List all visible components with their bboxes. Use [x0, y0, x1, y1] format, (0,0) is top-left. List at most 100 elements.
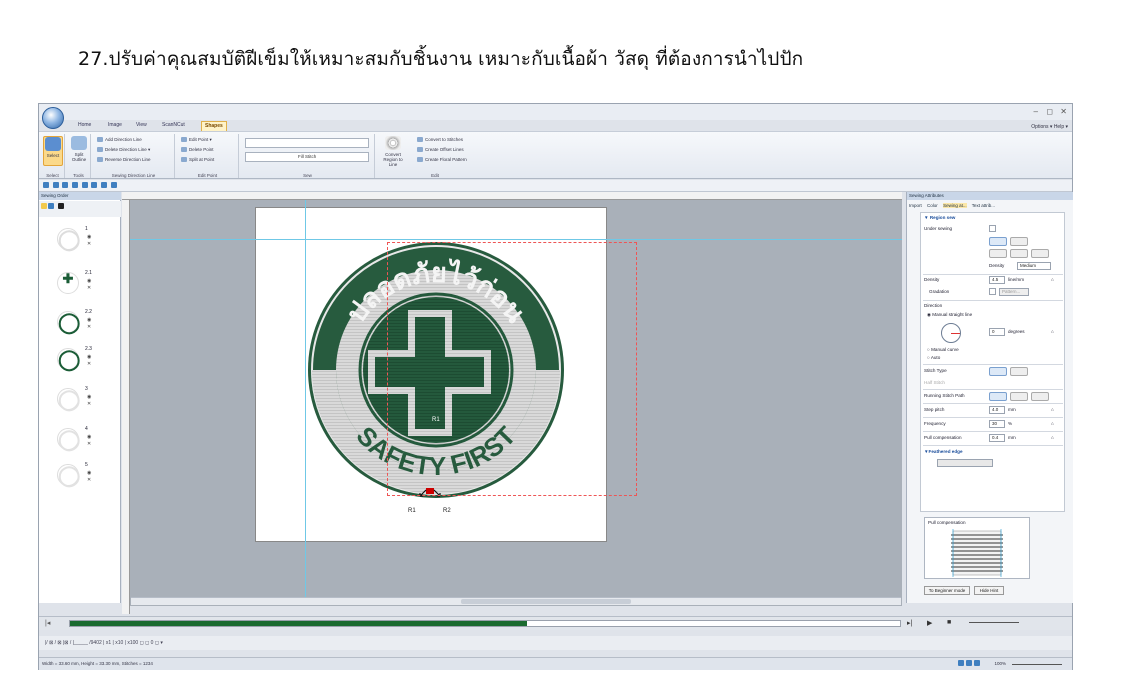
- frequency-lock-icon[interactable]: ⌂: [1051, 421, 1054, 426]
- grid-icon[interactable]: [91, 182, 98, 188]
- redo-icon[interactable]: [81, 182, 88, 188]
- under-sewing-checkbox[interactable]: [989, 225, 996, 232]
- gradation-checkbox[interactable]: [989, 288, 996, 295]
- split-outline-button[interactable]: Split Outline: [69, 136, 89, 166]
- visibility-toggle-icon[interactable]: ◉ ✕: [87, 434, 91, 448]
- sewing-order-item[interactable]: ◯: [57, 464, 80, 487]
- tab-sewing-attributes[interactable]: Sewing at...: [943, 203, 967, 208]
- view-icon-3[interactable]: [974, 660, 980, 666]
- sewing-order-item[interactable]: ◯: [57, 388, 80, 411]
- open-file-icon[interactable]: [52, 182, 59, 188]
- view-icon-2[interactable]: [966, 660, 972, 666]
- guide-line-vertical[interactable]: [305, 200, 306, 600]
- under-sewing-type-4[interactable]: [1010, 249, 1028, 258]
- tab-home[interactable]: Home: [75, 121, 94, 131]
- pull-compensation-input[interactable]: 0.4: [989, 434, 1005, 442]
- sewing-order-item[interactable]: ◯: [57, 428, 80, 451]
- sewing-order-item[interactable]: ✚: [57, 271, 79, 294]
- sort-icon[interactable]: [41, 203, 47, 209]
- application-menu-button[interactable]: [42, 107, 64, 129]
- pull-comp-lock-icon[interactable]: ⌂: [1051, 435, 1054, 440]
- delete-point-button[interactable]: Delete Point: [181, 146, 214, 154]
- tab-scanncut[interactable]: ScanNCut: [159, 121, 188, 131]
- under-sewing-type-5[interactable]: [1031, 249, 1049, 258]
- split-at-point-button[interactable]: Split at Point: [181, 156, 214, 164]
- reverse-direction-line-button[interactable]: Reverse Direction Line: [97, 156, 151, 164]
- direction-dial[interactable]: [941, 323, 961, 343]
- sewing-order-item[interactable]: ◯: [57, 228, 80, 251]
- skip-end-icon[interactable]: ▸|: [907, 619, 912, 627]
- frequency-input[interactable]: 30: [989, 420, 1005, 428]
- scroll-thumb[interactable]: [461, 599, 631, 604]
- visibility-toggle-icon[interactable]: ◉ ✕: [87, 354, 91, 368]
- running-path-1[interactable]: [989, 392, 1007, 401]
- hide-hint-button[interactable]: Hide Hint: [974, 586, 1004, 595]
- block-icon[interactable]: [57, 203, 64, 209]
- preview-icon[interactable]: [101, 182, 108, 188]
- auto-radio[interactable]: ○ Auto: [927, 355, 940, 360]
- under-sewing-type-2[interactable]: [1010, 237, 1028, 246]
- undo-icon[interactable]: [72, 182, 79, 188]
- delete-direction-line-button[interactable]: Delete Direction Line ▾: [97, 146, 150, 154]
- visibility-toggle-icon[interactable]: ◉ ✕: [87, 317, 91, 331]
- region-sew-section[interactable]: ▼ Region sew: [924, 215, 955, 220]
- help-icon[interactable]: [110, 182, 117, 188]
- degrees-lock-icon[interactable]: ⌂: [1051, 329, 1054, 334]
- under-sewing-type-1[interactable]: [989, 237, 1007, 246]
- minimize-button[interactable]: –: [1034, 107, 1038, 116]
- feathered-slider[interactable]: [937, 459, 993, 467]
- add-direction-line-button[interactable]: Add Direction Line: [97, 136, 142, 144]
- convert-to-stitches-button[interactable]: Convert to Stitches: [417, 136, 463, 144]
- tab-image[interactable]: Image: [105, 121, 125, 131]
- stitch-type-2[interactable]: [1010, 367, 1028, 376]
- options-help-menu[interactable]: Options ▾ Help ▾: [1031, 124, 1068, 130]
- pattern-button[interactable]: Pattern...: [999, 288, 1029, 296]
- region-sew-combo[interactable]: Fill Stitch: [245, 152, 369, 162]
- visibility-toggle-icon[interactable]: ◉ ✕: [87, 470, 91, 484]
- sewing-order-item[interactable]: ◯: [57, 311, 80, 334]
- stitch-controls-row[interactable]: |/ ⊠ / ⊠ |⊠ / |_____ /9402 | x1 | x10 | …: [39, 636, 1072, 650]
- edit-point-button[interactable]: Edit Point ▾: [181, 136, 212, 144]
- step-pitch-lock-icon[interactable]: ⌂: [1051, 407, 1054, 412]
- tab-text-attributes[interactable]: Text attrib...: [972, 203, 995, 208]
- design-canvas-area[interactable]: ปลอดภัยไว้ก่อน SAFETY FIRST R1 R1 R2: [122, 192, 902, 614]
- close-button[interactable]: ✕: [1060, 107, 1067, 116]
- visibility-toggle-icon[interactable]: ◉ ✕: [87, 278, 91, 292]
- zoom-slider[interactable]: [1012, 664, 1062, 665]
- density-input[interactable]: 4.5: [989, 276, 1005, 284]
- speed-slider[interactable]: [969, 622, 1019, 623]
- new-file-icon[interactable]: [43, 182, 49, 188]
- under-density-select[interactable]: Medium: [1017, 262, 1051, 270]
- stitch-progress-track[interactable]: [69, 620, 901, 627]
- guide-line-horizontal[interactable]: [130, 239, 902, 240]
- horizontal-scrollbar[interactable]: [131, 597, 901, 605]
- manual-straight-radio[interactable]: ◉ Manual straight line: [927, 312, 972, 318]
- tab-view[interactable]: View: [133, 121, 150, 131]
- create-floral-pattern-button[interactable]: Create Floral Pattern: [417, 156, 467, 164]
- density-lock-icon[interactable]: ⌂: [1051, 277, 1054, 282]
- skip-start-icon[interactable]: |◂: [45, 619, 50, 627]
- select-button[interactable]: Select: [43, 136, 63, 166]
- view-mode-icons[interactable]: [958, 658, 982, 670]
- tab-color[interactable]: Color: [927, 203, 938, 208]
- visibility-toggle-icon[interactable]: ◉ ✕: [87, 234, 91, 248]
- create-offset-lines-button[interactable]: Create Offset Lines: [417, 146, 464, 154]
- tab-import[interactable]: Import: [909, 203, 922, 208]
- stitch-type-1[interactable]: [989, 367, 1007, 376]
- line-sew-combo[interactable]: [245, 138, 369, 148]
- stop-icon[interactable]: ■: [947, 619, 951, 626]
- visibility-toggle-icon[interactable]: ◉ ✕: [87, 394, 91, 408]
- under-sewing-type-3[interactable]: [989, 249, 1007, 258]
- running-path-2[interactable]: [1010, 392, 1028, 401]
- step-pitch-input[interactable]: 4.0: [989, 406, 1005, 414]
- sewing-order-item[interactable]: ◯: [57, 348, 80, 371]
- tab-shapes[interactable]: Shapes: [201, 121, 227, 131]
- degrees-input[interactable]: 0: [989, 328, 1005, 336]
- to-beginner-mode-button[interactable]: To Beginner mode: [924, 586, 970, 595]
- color-icon[interactable]: [48, 203, 55, 209]
- maximize-button[interactable]: ◻: [1046, 107, 1053, 116]
- manual-curve-radio[interactable]: ○ Manual curve: [927, 347, 959, 352]
- play-icon[interactable]: ▶: [927, 619, 932, 627]
- feathered-edge-section[interactable]: ▼Feathered edge: [924, 449, 963, 454]
- save-icon[interactable]: [62, 182, 69, 188]
